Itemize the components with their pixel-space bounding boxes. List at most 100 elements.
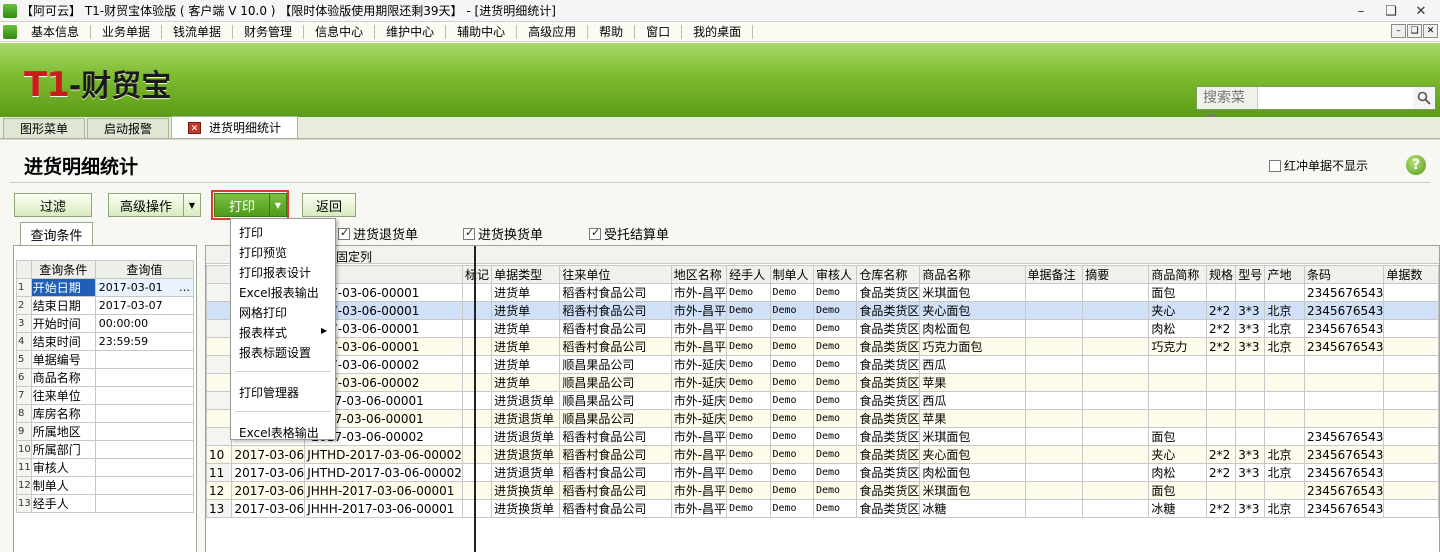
grid-header-cell[interactable]: 审核人 — [812, 265, 858, 284]
query-row[interactable]: 2 结束日期 2017-03-07 — [16, 296, 195, 315]
print-menu-item-grid-print[interactable]: 网格打印 — [239, 304, 287, 321]
consign-checkbox[interactable] — [589, 226, 601, 240]
grid-header-cell[interactable]: 摘要 — [1082, 265, 1150, 284]
query-value[interactable] — [94, 422, 195, 441]
query-row[interactable]: 1 开始日期 2017-03-01… — [16, 278, 195, 297]
query-value[interactable] — [94, 476, 195, 495]
return-checkbox[interactable] — [338, 226, 350, 240]
query-row[interactable]: 10 所属部门 — [16, 440, 195, 459]
grid-header-cell[interactable]: 标记 — [461, 265, 493, 284]
query-row[interactable]: 12 制单人 — [16, 476, 195, 495]
print-menu-item-title[interactable]: 报表标题设置 — [239, 344, 311, 361]
menu-item-info-center[interactable]: 信息中心 — [304, 24, 376, 39]
filter-exchange[interactable]: 进货换货单 — [463, 224, 543, 243]
print-menu-item-preview[interactable]: 打印预览 — [239, 244, 287, 261]
table-row[interactable]: -2017-03-06-00001 进货退货单 顺昌果品公司 市外-延庆 Demo Dem… — [206, 391, 1439, 410]
print-menu-item-style[interactable]: 报表样式 — [239, 324, 287, 341]
exchange-checkbox[interactable] — [463, 226, 475, 240]
filter-consign[interactable]: 受托结算单 — [589, 224, 669, 243]
print-menu-item-excel-report[interactable]: Excel报表输出 — [239, 284, 319, 301]
print-dropdown[interactable]: ▼ — [269, 193, 287, 217]
filter-button[interactable]: 过滤 — [14, 193, 92, 217]
query-value[interactable]: 00:00:00 — [94, 314, 195, 333]
query-row[interactable]: 8 库房名称 — [16, 404, 195, 423]
query-row[interactable]: 6 商品名称 — [16, 368, 195, 387]
print-menu-item-design[interactable]: 打印报表设计 — [239, 264, 311, 281]
query-value[interactable] — [94, 386, 195, 405]
menu-item-business-docs[interactable]: 业务单据 — [91, 24, 163, 39]
restore-icon[interactable]: ❑ — [1376, 0, 1406, 22]
tab-purchase-detail[interactable]: ✕ 进货明细统计 — [171, 116, 299, 138]
ellipsis-icon[interactable]: … — [179, 281, 190, 294]
query-value[interactable] — [94, 368, 195, 387]
menu-item-help[interactable]: 帮助 — [588, 24, 636, 39]
grid-header-cell[interactable]: 商品名称 — [919, 265, 1026, 284]
query-row[interactable]: 7 往来单位 — [16, 386, 195, 405]
query-row[interactable]: 5 单据编号 — [16, 350, 195, 369]
table-row[interactable]: 11 2017-03-06 JHTHD-2017-03-06-00002 进货退货单稻… — [206, 463, 1439, 482]
menu-item-cash-docs[interactable]: 钱流单据 — [162, 24, 234, 39]
print-menu-item-print[interactable]: 打印 — [239, 224, 263, 241]
query-value[interactable]: 23:59:59 — [94, 332, 195, 351]
table-row[interactable]: -2017-03-06-00001 进货退货单 顺昌果品公司 市外-延庆 Demo Dem… — [206, 409, 1439, 428]
grid-header-cell[interactable]: 制单人 — [769, 265, 814, 284]
menu-item-auxiliary[interactable]: 辅助中心 — [446, 24, 518, 39]
query-value[interactable] — [94, 404, 195, 423]
query-row[interactable]: 11 审核人 — [16, 458, 195, 477]
menu-item-my-desktop[interactable]: 我的桌面 — [682, 24, 754, 39]
table-row[interactable]: 2017-03-06-00002 进货单 顺昌果品公司 市外-延庆 Demo Demo De… — [206, 373, 1439, 392]
menu-item-window[interactable]: 窗口 — [635, 24, 683, 39]
back-button[interactable]: 返回 — [302, 193, 356, 217]
query-row[interactable]: 3 开始时间 00:00:00 — [16, 314, 195, 333]
search-input[interactable] — [1257, 88, 1413, 108]
menu-item-basic-info[interactable]: 基本信息 — [20, 24, 92, 39]
hide-red-toggle[interactable]: 红冲单据不显示 — [1269, 157, 1368, 174]
grid-header-cell[interactable]: 单据类型 — [491, 265, 561, 284]
table-row[interactable]: 2017-03-06-00001 进货单 稻香村食品公司 市外-昌平 Demo Demo D… — [206, 319, 1439, 338]
search-icon[interactable] — [1412, 87, 1435, 109]
grid-header-cell[interactable]: 产地 — [1264, 265, 1306, 284]
print-button[interactable]: 打印 — [214, 193, 270, 217]
query-row[interactable]: 4 结束时间 23:59:59 — [16, 332, 195, 351]
minimize-icon[interactable]: – — [1346, 0, 1376, 22]
filter-return[interactable]: 进货退货单 — [338, 224, 418, 243]
table-row[interactable]: 10 2017-03-06 JHTHD-2017-03-06-00002 进货退货单稻… — [206, 445, 1439, 464]
query-row[interactable]: 13 经手人 — [16, 494, 195, 513]
query-row[interactable]: 9 所属地区 — [16, 422, 195, 441]
print-menu-item-manager[interactable]: 打印管理器 — [239, 384, 299, 401]
grid-header-cell[interactable]: 单据数 — [1383, 265, 1439, 284]
mdi-minimize-icon[interactable]: – — [1391, 24, 1406, 38]
tab-startup-alarm[interactable]: 启动报警 — [87, 118, 170, 138]
advanced-button[interactable]: 高级操作 — [108, 193, 184, 217]
query-value[interactable]: 2017-03-01… — [94, 278, 195, 297]
table-row[interactable]: 2017-03-06-00001 进货单 稻香村食品公司 市外-昌平 Demo Demo D… — [206, 337, 1439, 356]
query-value[interactable] — [94, 440, 195, 459]
query-tab[interactable]: 查询条件 — [20, 222, 93, 246]
menu-item-maintenance[interactable]: 维护中心 — [375, 24, 447, 39]
advanced-dropdown[interactable]: ▼ — [183, 193, 201, 217]
tab-close-icon[interactable]: ✕ — [188, 121, 202, 134]
grid-header-cell[interactable]: 型号 — [1235, 265, 1266, 284]
query-value[interactable] — [94, 350, 195, 369]
table-row[interactable]: 2017-03-06-00001 进货单 稻香村食品公司 市外-昌平 Demo Demo D… — [206, 301, 1439, 320]
grid-header-cell[interactable]: 单据备注 — [1024, 265, 1084, 284]
query-value[interactable] — [94, 458, 195, 477]
grid-header-cell[interactable]: 规格 — [1206, 265, 1237, 284]
grid-header-cell[interactable] — [206, 265, 233, 284]
table-row[interactable]: 13 2017-03-06 JHHH-2017-03-06-00001 进货换货单 稻香… — [206, 499, 1439, 518]
tab-graphic-menu[interactable]: 图形菜单 — [3, 118, 86, 138]
mdi-close-icon[interactable]: ✕ — [1423, 24, 1438, 38]
menu-item-finance[interactable]: 财务管理 — [233, 24, 305, 39]
table-row[interactable]: 2017-03-06-00002 进货单 顺昌果品公司 市外-延庆 Demo Demo De… — [206, 355, 1439, 374]
close-icon[interactable]: ✕ — [1406, 0, 1436, 22]
table-row[interactable]: 2017-03-06-00001 进货单 稻香村食品公司 市外-昌平 Demo Demo D… — [206, 283, 1439, 302]
grid-header-cell[interactable]: 地区名称 — [670, 265, 728, 284]
mdi-restore-icon[interactable]: ❑ — [1407, 24, 1422, 38]
grid-header-cell[interactable]: 商品简称 — [1148, 265, 1208, 284]
table-row[interactable]: -2017-03-06-00002 进货退货单 稻香村食品公司 市外-昌平 Demo De… — [206, 427, 1439, 446]
menu-item-advanced[interactable]: 高级应用 — [517, 24, 589, 39]
query-value[interactable] — [94, 494, 195, 513]
grid-header-cell[interactable]: 经手人 — [726, 265, 771, 284]
table-row[interactable]: 12 2017-03-06 JHHH-2017-03-06-00001 进货换货单 稻香… — [206, 481, 1439, 500]
grid-header-cell[interactable]: 往来单位 — [559, 265, 672, 284]
